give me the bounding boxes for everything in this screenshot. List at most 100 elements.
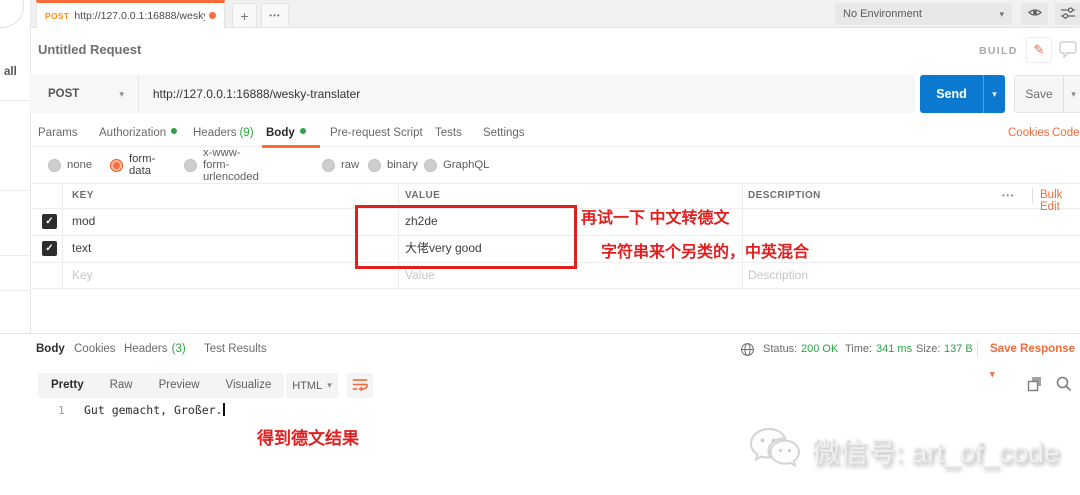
response-format-select[interactable]: HTML ▾ [286,373,338,398]
body-mode-form-data-label: form-data [129,153,156,177]
sidebar-divider [0,190,30,191]
radio-icon [322,158,335,172]
response-headers-count: (3) [171,343,186,355]
line-number: 1 [58,404,65,417]
environment-quick-look-button[interactable] [1021,3,1048,25]
annotation-note-top: 再试一下 中文转德文 [581,210,730,227]
green-dot-icon [299,128,306,134]
rename-button[interactable]: ✎ [1026,37,1052,63]
tab-headers[interactable]: Headers (9) [193,120,254,147]
tab-body-label: Body [266,127,295,139]
code-link[interactable]: Code [1052,127,1080,139]
time-label: Time: [845,343,873,355]
cookies-link[interactable]: Cookies [1008,127,1050,139]
new-row-key-input[interactable]: Key [72,262,93,289]
copy-response-button[interactable] [1026,375,1044,396]
key-column-header: KEY [72,190,94,201]
request-tab[interactable]: POST http://127.0.0.1:16888/wesky-t... [36,0,225,28]
wrap-lines-icon [351,376,369,396]
wechat-icon [748,425,802,476]
response-tabs: Body Cookies Headers (3) Test Results St… [0,337,1080,379]
tab-options-button[interactable]: ••• [261,3,289,28]
body-mode-raw-label: raw [341,159,360,171]
comment-button[interactable] [1059,41,1078,61]
send-options-chevron-icon[interactable]: ▾ [983,75,1005,113]
row-checkbox[interactable]: ✓ [42,241,57,256]
text-cursor [223,403,225,416]
sidebar-sliver: all [0,0,30,495]
body-mode-none[interactable]: none [48,152,92,178]
table-row-key[interactable]: mod [72,208,95,235]
body-mode-binary-label: binary [387,159,418,171]
save-options-chevron-icon[interactable]: ▾ [1063,76,1080,112]
new-row-description-input[interactable]: Description [748,262,808,289]
new-tab-button[interactable]: + [232,3,257,28]
build-mode-label: BUILD [979,45,1018,57]
row-checkbox[interactable]: ✓ [42,214,57,229]
search-response-button[interactable] [1055,375,1073,396]
annotation-rectangle [355,205,577,269]
url-divider [137,75,139,113]
table-border [30,288,1080,289]
body-mode-graphql[interactable]: GraphQL [424,152,489,178]
chevron-down-icon[interactable]: ▾ [119,89,124,100]
settings-sliders-button[interactable] [1055,3,1080,25]
table-col-border [62,183,63,288]
save-button[interactable]: Save ▾ [1014,75,1080,113]
view-pretty[interactable]: Pretty [38,373,97,398]
tab-tests[interactable]: Tests [435,120,462,147]
environment-select[interactable]: No Environment ▾ [835,3,1012,25]
chevron-down-icon: ▾ [327,380,332,390]
pencil-icon: ✎ [1033,42,1045,57]
response-tab-headers[interactable]: Headers (3) [124,337,186,362]
table-row-key[interactable]: text [72,235,91,262]
chevron-down-icon: ▾ [999,8,1004,19]
view-visualize[interactable]: Visualize [213,373,285,398]
status-divider [977,342,978,357]
annotation-note-bottom: 得到德文结果 [257,429,359,448]
time-value: 341 ms [876,343,913,355]
tab-pre-request-script[interactable]: Pre-request Script [330,120,423,147]
send-button[interactable]: Send ▾ [920,75,1005,113]
headers-count: (9) [239,127,254,139]
view-raw[interactable]: Raw [97,373,146,398]
save-label: Save [1025,87,1053,101]
tab-authorization[interactable]: Authorization [99,120,178,147]
format-label: HTML [292,379,323,392]
url-bar: POST ▾ http://127.0.0.1:16888/wesky-tran… [30,75,915,113]
tab-params[interactable]: Params [38,120,78,147]
radio-icon [424,158,437,172]
tab-settings[interactable]: Settings [483,120,525,147]
table-options-button[interactable]: ••• [1002,183,1015,208]
send-label: Send [936,87,967,101]
body-mode-raw[interactable]: raw [322,152,359,178]
response-tab-body[interactable]: Body [36,337,65,362]
request-tabs: Params Authorization Headers (9) Body Pre… [30,120,1080,147]
sidebar-divider [0,290,30,291]
plus-icon: + [240,7,249,24]
environment-label: No Environment [843,8,922,20]
search-icon [1055,376,1073,396]
response-body-text[interactable]: Gut gemacht, Großer. [84,403,225,417]
body-mode-urlencoded-label: x-www-form-urlencoded [203,147,259,183]
watermark-text: 微信号: art_of_code [812,436,1060,468]
sidebar-main-divider [30,0,31,334]
method-select[interactable]: POST [30,88,79,100]
wrap-lines-button[interactable] [347,373,373,398]
copy-icon [1026,377,1044,396]
response-divider [0,333,1080,334]
save-response-label: Save Response [990,343,1076,355]
size-value: 137 B [944,343,973,355]
tab-body[interactable]: Body [266,120,306,147]
comment-icon [1059,41,1078,61]
body-mode-urlencoded[interactable]: x-www-form-urlencoded [184,147,259,183]
body-mode-form-data[interactable]: form-data [110,152,155,178]
response-tab-test-results[interactable]: Test Results [204,337,267,362]
table-col-border [742,183,743,288]
view-preview[interactable]: Preview [146,373,213,398]
url-input[interactable]: http://127.0.0.1:16888/wesky-translater [153,87,360,101]
bulk-edit-link[interactable]: Bulk Edit [1040,189,1080,213]
body-mode-binary[interactable]: binary [368,152,418,178]
response-tab-cookies[interactable]: Cookies [74,337,116,362]
body-mode-graphql-label: GraphQL [443,159,490,171]
